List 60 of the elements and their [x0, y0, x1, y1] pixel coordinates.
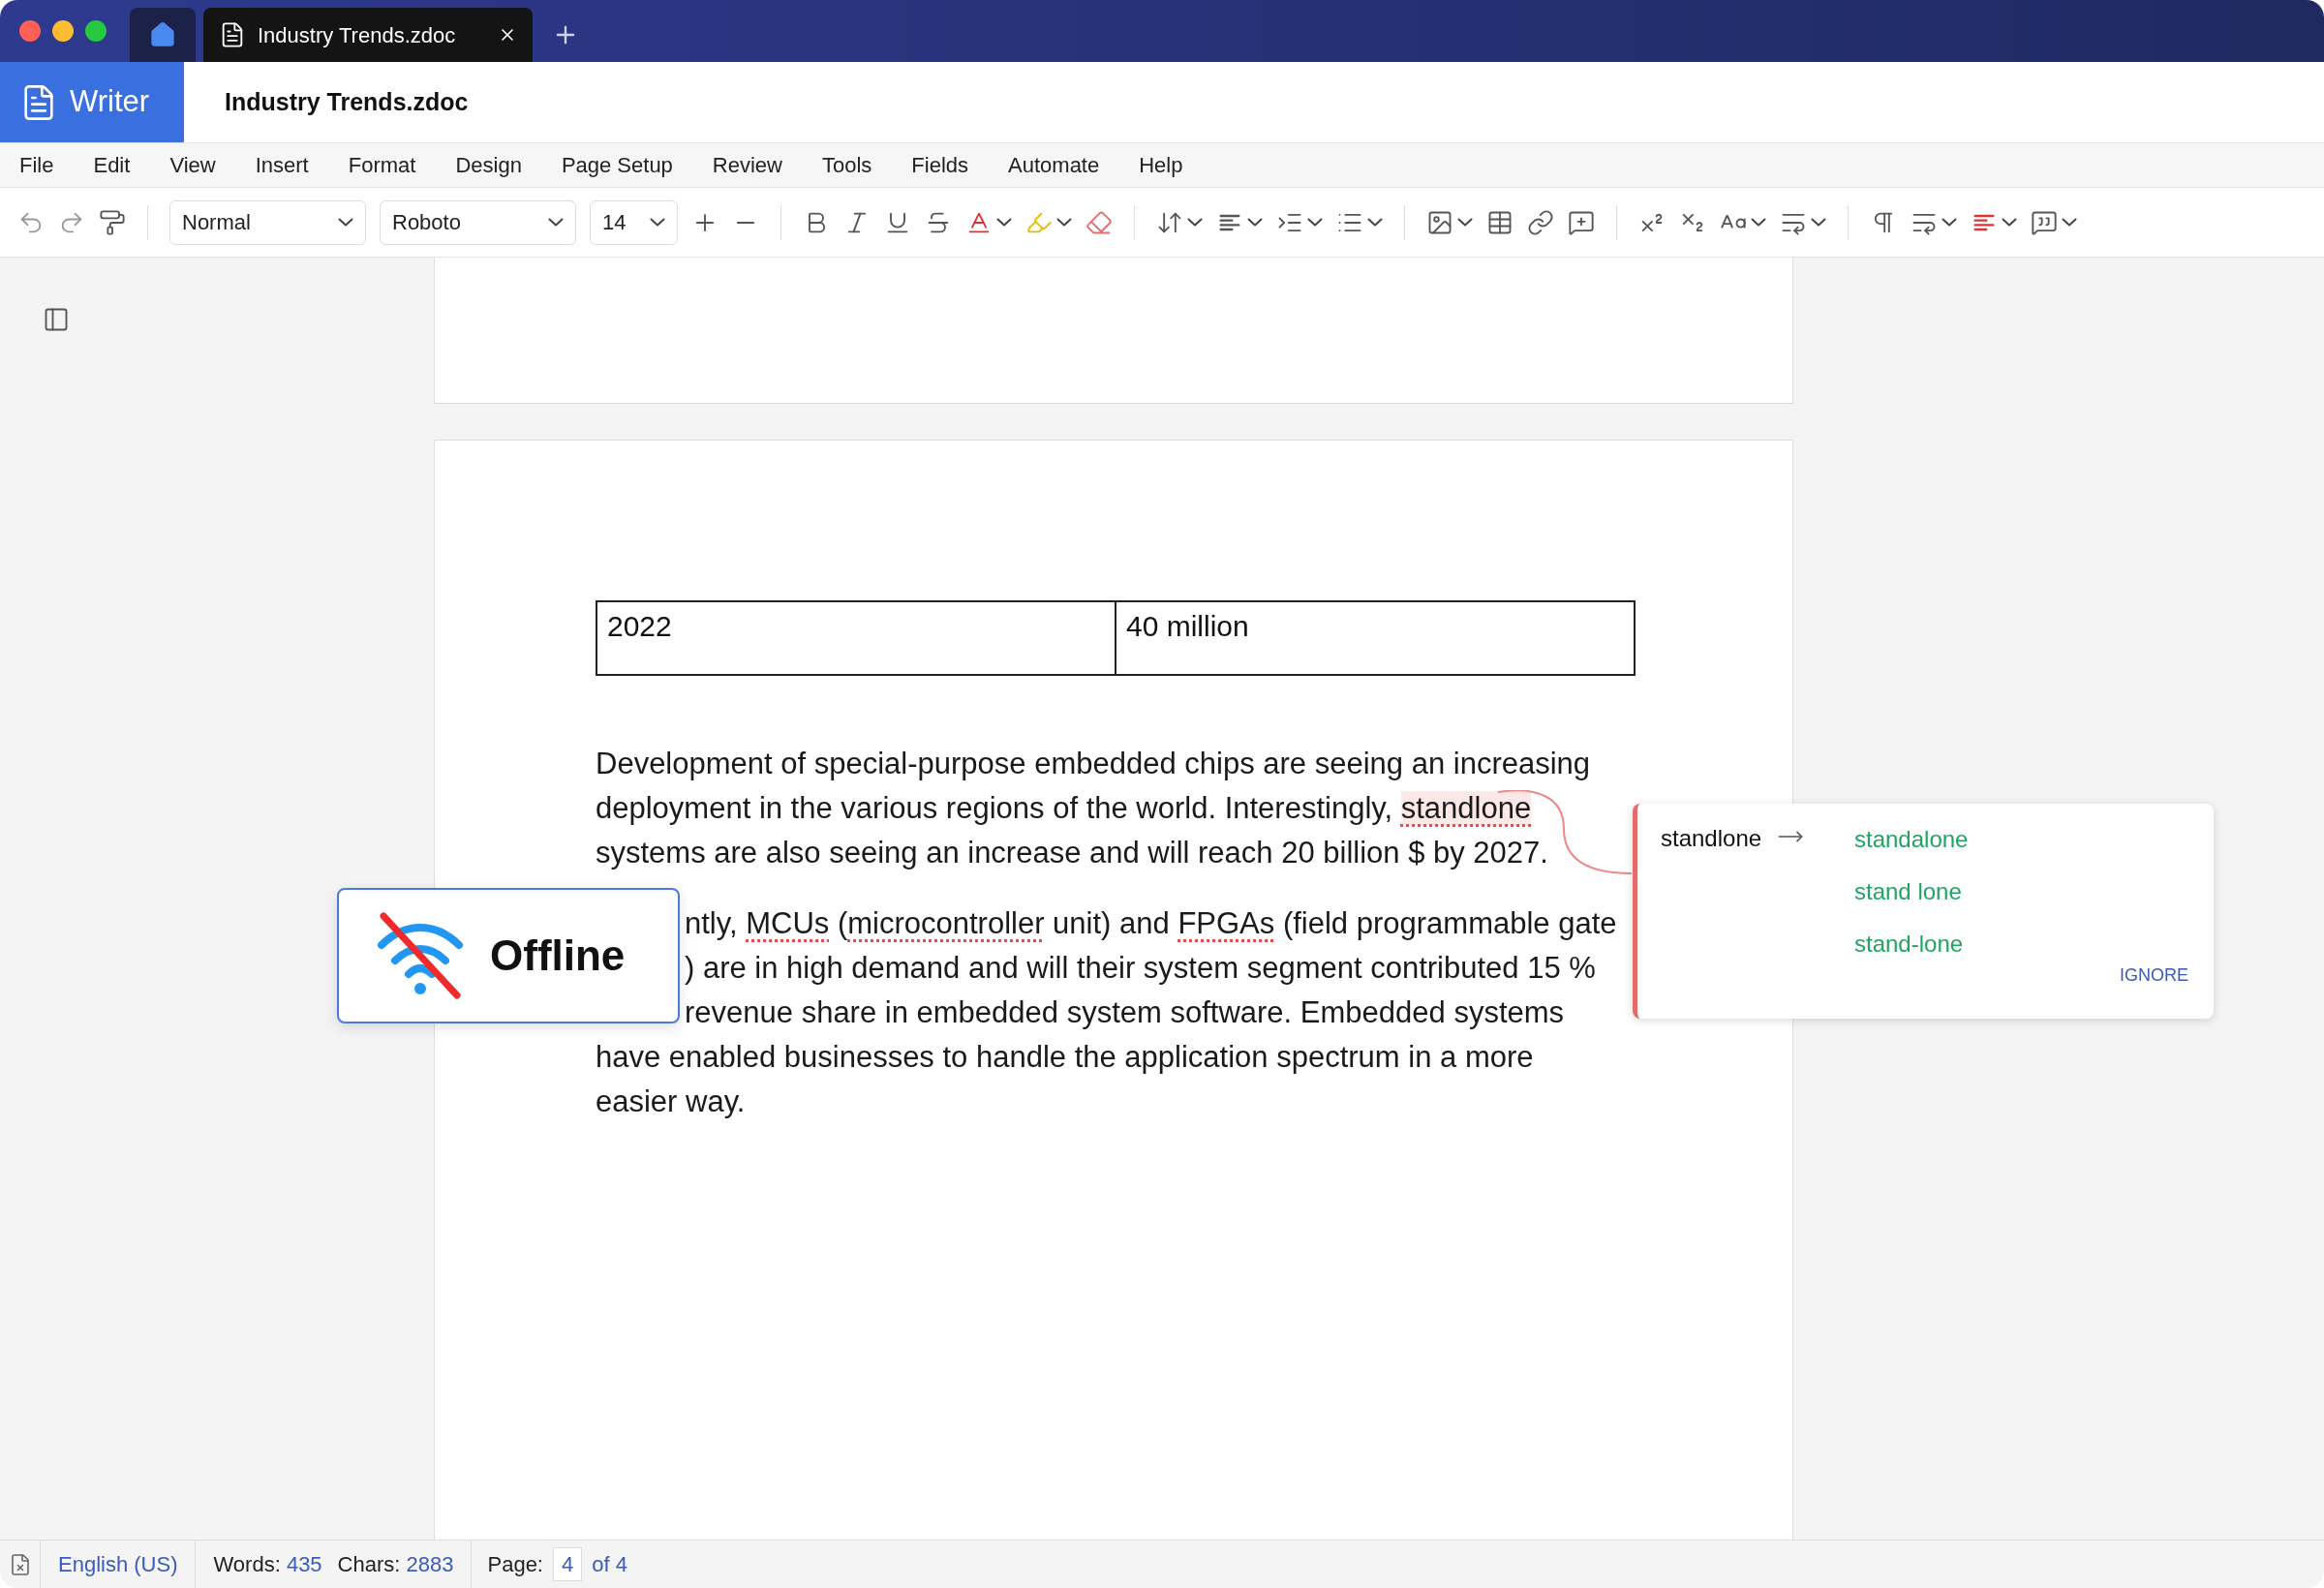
- minimize-window-button[interactable]: [52, 20, 74, 42]
- table-cell: 40 million: [1115, 602, 1634, 674]
- char-count: Chars: 2883: [337, 1551, 454, 1578]
- caret-icon[interactable]: [1811, 218, 1826, 227]
- page-number-field[interactable]: 4: [553, 1547, 583, 1581]
- close-window-button[interactable]: [19, 20, 41, 42]
- menu-item[interactable]: Page Setup: [561, 149, 673, 181]
- caret-icon: [548, 218, 564, 227]
- menu-item[interactable]: Help: [1139, 149, 1183, 181]
- format-painter-icon[interactable]: [99, 208, 126, 236]
- caret-icon[interactable]: [1187, 218, 1203, 227]
- page-total: of 4: [592, 1551, 627, 1578]
- word-count: Words: 435: [213, 1551, 322, 1578]
- menu-item[interactable]: Review: [712, 149, 782, 181]
- menu-item[interactable]: Fields: [911, 149, 969, 181]
- maximize-window-button[interactable]: [85, 20, 107, 42]
- language-link[interactable]: English (US): [41, 1541, 197, 1588]
- caret-icon[interactable]: [1457, 218, 1473, 227]
- panel-toggle-icon[interactable]: [43, 306, 70, 333]
- menu-item[interactable]: Insert: [255, 149, 309, 181]
- text-line: deployment in the various regions of the world. Interestingly, standlone: [596, 790, 1532, 827]
- document-tab[interactable]: Industry Trends.zdoc: [203, 8, 533, 62]
- font-size-select[interactable]: 14: [590, 199, 678, 245]
- app-logo-button[interactable]: Writer: [0, 62, 184, 142]
- caret-icon[interactable]: [1307, 218, 1323, 227]
- home-tab[interactable]: [130, 8, 196, 62]
- caret-icon[interactable]: [1056, 218, 1072, 227]
- menu-item[interactable]: Tools: [822, 149, 872, 181]
- menu-item[interactable]: Edit: [93, 149, 131, 181]
- caret-icon: [650, 218, 665, 227]
- text-line: revenue share in embedded system software. Embedded systems: [684, 994, 1565, 1031]
- menu-item[interactable]: File: [19, 149, 54, 181]
- style-select[interactable]: Normal: [169, 199, 366, 245]
- menu-item[interactable]: Design: [455, 149, 522, 181]
- text-line: ntly, MCUs (microcontroller unit) and FPGAs (field programmable gate: [684, 905, 1617, 942]
- misspelled-word: standlone: [1661, 824, 1762, 853]
- caret-icon[interactable]: [1751, 218, 1766, 227]
- caret-icon[interactable]: [2002, 218, 2017, 227]
- link-icon[interactable]: [1527, 208, 1554, 236]
- document-title: Industry Trends.zdoc: [225, 86, 469, 117]
- tab-title: Industry Trends.zdoc: [258, 21, 457, 49]
- ignore-button[interactable]: IGNORE: [2120, 962, 2188, 989]
- text-line: Development of special-purpose embedded chips are seeing an increasing: [596, 746, 1591, 782]
- caret-icon[interactable]: [1367, 218, 1383, 227]
- caret-icon: [338, 218, 353, 227]
- font-select[interactable]: Roboto: [380, 199, 576, 245]
- page-label: Page:: [487, 1551, 543, 1578]
- menu-item[interactable]: Format: [348, 149, 416, 181]
- caret-icon[interactable]: [1247, 218, 1263, 227]
- table-cell-text: 2022: [606, 609, 673, 644]
- caret-icon[interactable]: [1942, 218, 1957, 227]
- offline-label: Offline: [490, 931, 626, 981]
- menu-item[interactable]: View: [169, 149, 216, 181]
- home-icon: [149, 21, 176, 48]
- caret-icon[interactable]: [996, 218, 1012, 227]
- caret-icon[interactable]: [2062, 218, 2077, 227]
- text-line: have enabled businesses to handle the application spectrum in a more: [596, 1039, 1534, 1076]
- text-line: systems are also seeing an increase and will reach 20 billion $ by 2027.: [596, 835, 1548, 871]
- text-line: easier way.: [596, 1084, 746, 1120]
- menu-item[interactable]: Automate: [1008, 149, 1100, 181]
